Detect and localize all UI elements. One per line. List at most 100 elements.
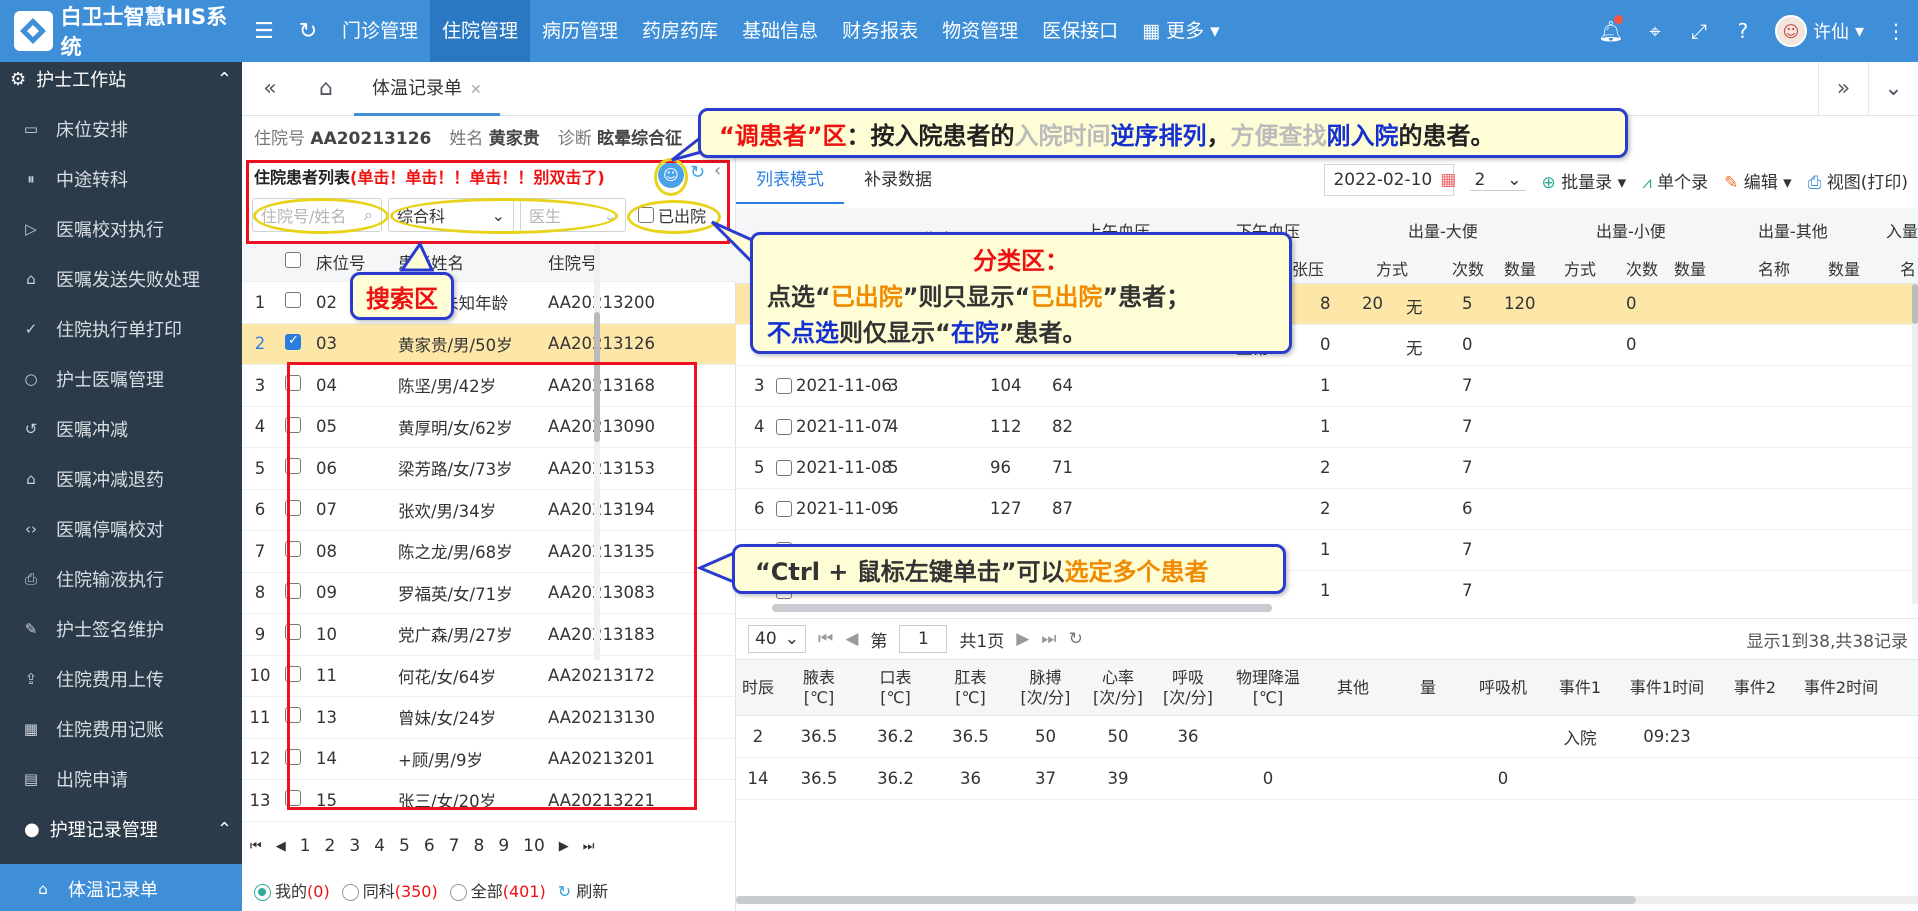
double-chevron-right-icon[interactable]: » xyxy=(1818,62,1868,116)
double-chevron-left-icon[interactable]: « xyxy=(242,76,298,101)
tab-list-mode[interactable]: 列表模式 xyxy=(736,156,844,204)
vitals-row[interactable]: 14 36.5 36.2 36 37 39 0 0 xyxy=(736,758,1918,800)
row-checkbox[interactable] xyxy=(285,292,301,309)
tag-icon[interactable]: ⌖ xyxy=(1633,19,1677,43)
batch-button[interactable]: ⊕ 批量录 ▾ xyxy=(1542,168,1627,193)
sidebar-item-discharge[interactable]: ▤ 出院申请 xyxy=(0,754,242,804)
radio-all[interactable]: 全部(401) xyxy=(449,878,546,902)
close-icon[interactable]: ✕ xyxy=(470,82,482,98)
vitals-header-cell[interactable]: 腋表 [℃] xyxy=(780,660,858,715)
reload-icon[interactable]: ↻ xyxy=(1069,629,1083,649)
last-page-icon[interactable]: ⏭︎ xyxy=(1041,629,1056,649)
page-number[interactable]: 6 xyxy=(424,836,435,856)
tab-temperature[interactable]: 体温记录单 ✕ xyxy=(354,62,500,116)
vitals-header-cell[interactable]: 事件2时间 xyxy=(1793,660,1889,715)
nav-item-finance[interactable]: 财务报表 xyxy=(830,0,930,62)
sidebar-item-fee-upload[interactable]: ⇪ 住院费用上传 xyxy=(0,654,242,704)
sidebar-item-exec-print[interactable]: ✓ 住院执行单打印 xyxy=(0,304,242,354)
sidebar-group-nurse[interactable]: ⚙ 护士工作站 ⌃ xyxy=(0,62,242,96)
header-name[interactable]: 患者姓名 xyxy=(398,250,548,274)
row-checkbox[interactable] xyxy=(776,501,792,517)
menu-toggle-icon[interactable]: ☰ xyxy=(242,19,286,44)
page-number[interactable]: 3 xyxy=(349,836,360,856)
count-select[interactable]: 2 ⌄ xyxy=(1470,170,1526,191)
header-id[interactable]: 住院号 xyxy=(548,250,698,274)
app-logo[interactable]: 白卫士智慧HIS系统 xyxy=(0,0,242,62)
edit-button[interactable]: ✎ 编辑 ▾ xyxy=(1724,168,1792,193)
prev-page-icon[interactable]: ◀ xyxy=(276,839,286,854)
nav-item-inpatient[interactable]: 住院管理 xyxy=(430,0,531,62)
nav-item-basic[interactable]: 基础信息 xyxy=(730,0,830,62)
sidebar-item-offset-return[interactable]: ⌂ 医嘱冲减退药 xyxy=(0,454,242,504)
sidebar-item-stop-check[interactable]: ‹› 医嘱停嘱校对 xyxy=(0,504,242,554)
next-page-icon[interactable]: ▶ xyxy=(1016,629,1029,649)
nav-item-pharmacy[interactable]: 药房药库 xyxy=(630,0,730,62)
record-row[interactable]: 5 2021-11-08 5 96 71 2 7 xyxy=(736,448,1918,489)
page-size-select[interactable]: 40 ⌄ xyxy=(748,625,806,653)
vitals-row[interactable]: 2 36.5 36.2 36.5 50 50 36 入院 09:23 xyxy=(736,716,1918,758)
home-icon[interactable]: ⌂ xyxy=(298,76,354,101)
page-number[interactable]: 8 xyxy=(474,836,485,856)
page-number[interactable]: 2 xyxy=(325,836,336,856)
page-number[interactable]: 5 xyxy=(399,836,410,856)
header-bed[interactable]: 床位号 xyxy=(308,250,398,274)
page-number[interactable]: 4 xyxy=(374,836,385,856)
grid-hscroll[interactable] xyxy=(772,604,1272,612)
record-row[interactable]: 4 2021-11-07 4 112 82 1 7 xyxy=(736,407,1918,448)
date-picker[interactable]: 2022-02-10 ▦ xyxy=(1324,164,1456,196)
sidebar-item-fee-account[interactable]: ▦ 住院费用记账 xyxy=(0,704,242,754)
select-all-checkbox[interactable] xyxy=(285,251,301,268)
first-page-icon[interactable]: ⏮︎ xyxy=(250,839,262,854)
last-page-icon[interactable]: ⏭︎ xyxy=(583,839,595,854)
refresh-icon[interactable]: ↻ xyxy=(286,19,330,44)
sidebar-item-order-check[interactable]: ▷ 医嘱校对执行 xyxy=(0,204,242,254)
chevron-down-icon[interactable]: ⌄ xyxy=(1868,62,1918,116)
more-vert-icon[interactable]: ⋮ xyxy=(1874,19,1918,43)
page-input[interactable]: 1 xyxy=(899,625,948,653)
row-checkbox[interactable] xyxy=(776,378,792,394)
radio-mine[interactable]: 我的(0) xyxy=(254,878,330,902)
page-number[interactable]: 1 xyxy=(300,836,311,856)
sidebar-item-bed[interactable]: ▭ 床位安排 xyxy=(0,104,242,154)
record-row[interactable]: 3 2021-11-06 3 104 64 1 7 xyxy=(736,366,1918,407)
vitals-header-cell[interactable]: 时辰 xyxy=(736,660,780,715)
row-checkbox[interactable] xyxy=(776,460,792,476)
grid-vscroll[interactable] xyxy=(1912,284,1918,604)
vitals-header-cell[interactable]: 呼吸 [次/分] xyxy=(1153,660,1223,715)
sidebar-item-nurse-order[interactable]: ○ 护士医嘱管理 xyxy=(0,354,242,404)
row-checkbox[interactable] xyxy=(285,333,301,350)
sidebar-item-temperature[interactable]: ⌂ 体温记录单 xyxy=(0,864,242,911)
sidebar-item-transfer[interactable]: ⏸︎ 中途转科 xyxy=(0,154,242,204)
vitals-header-cell[interactable]: 脉搏 [次/分] xyxy=(1008,660,1083,715)
radio-dept[interactable]: 同科(350) xyxy=(341,878,438,902)
bottom-hscroll[interactable] xyxy=(736,896,1918,904)
nav-item-insurance[interactable]: 医保接口 xyxy=(1030,0,1130,62)
refresh-button[interactable]: ↻ 刷新 xyxy=(558,878,609,902)
vitals-header-cell[interactable]: 呼吸机 xyxy=(1463,660,1543,715)
vitals-header-cell[interactable]: 物理降温 [℃] xyxy=(1223,660,1313,715)
sidebar-item-order-offset[interactable]: ↺ 医嘱冲减 xyxy=(0,404,242,454)
sidebar-item-signature[interactable]: ✎ 护士签名维护 xyxy=(0,604,242,654)
table-row[interactable]: 102饰/女/未知年龄AA20213200 xyxy=(242,282,736,324)
vitals-header-cell[interactable]: 事件1时间 xyxy=(1617,660,1717,715)
print-view-button[interactable]: ⎙ 视图(打印) xyxy=(1808,168,1908,193)
fullscreen-icon[interactable]: ⤢ xyxy=(1677,19,1721,43)
page-number[interactable]: 7 xyxy=(449,836,460,856)
table-row[interactable]: 2 03 黄家贵/男/50岁 AA20213126 xyxy=(242,323,736,365)
sidebar-group-nursing-records[interactable]: ● 护理记录管理 ⌃ xyxy=(0,804,242,854)
tab-supplement[interactable]: 补录数据 xyxy=(844,156,952,204)
vitals-header-cell[interactable]: 量 xyxy=(1393,660,1463,715)
sidebar-item-infusion[interactable]: ⎙ 住院输液执行 xyxy=(0,554,242,604)
bell-icon[interactable]: 🔔︎ xyxy=(1589,15,1633,43)
vitals-header-cell[interactable]: 事件1 xyxy=(1543,660,1617,715)
vitals-header-cell[interactable]: 心率 [次/分] xyxy=(1083,660,1153,715)
vitals-header-cell[interactable]: 事件2 xyxy=(1717,660,1793,715)
row-checkbox[interactable] xyxy=(776,419,792,435)
record-row[interactable]: 6 2021-11-09 6 127 87 2 6 xyxy=(736,489,1918,530)
nav-item-outpatient[interactable]: 门诊管理 xyxy=(330,0,430,62)
vitals-header-cell[interactable]: 肛表 [℃] xyxy=(933,660,1008,715)
nav-item-records[interactable]: 病历管理 xyxy=(530,0,630,62)
help-icon[interactable]: ? xyxy=(1721,19,1765,43)
nav-item-materials[interactable]: 物资管理 xyxy=(930,0,1030,62)
page-number[interactable]: 10 xyxy=(523,836,545,856)
